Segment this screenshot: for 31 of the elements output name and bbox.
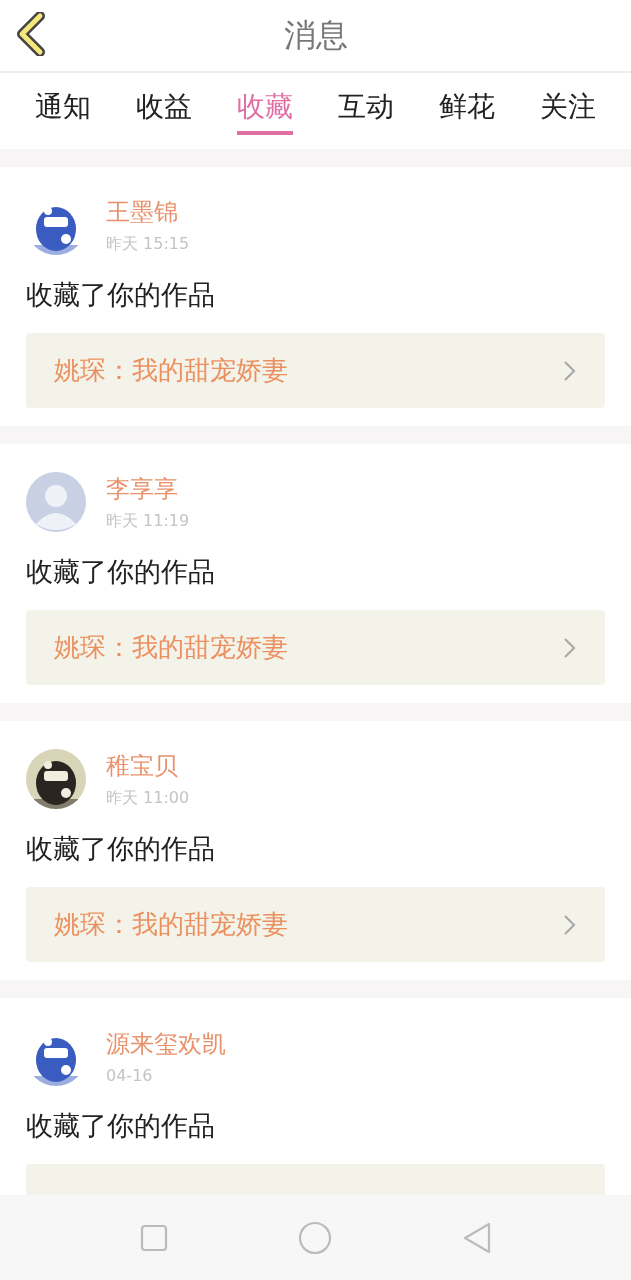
user-name[interactable]: 源来玺欢凯 [106,1027,226,1060]
square-icon[interactable] [139,1223,168,1252]
work-link[interactable]: 姚琛：我的甜宠娇妻 [26,887,605,962]
work-link[interactable]: 姚琛：我的甜宠娇妻 [26,333,605,408]
tab[interactable]: 收益 [135,73,192,135]
tab[interactable]: 通知 [34,73,91,135]
tab[interactable]: 鲜花 [439,73,496,135]
timestamp: 昨天 11:19 [106,510,190,532]
back-triangle-icon[interactable] [461,1221,492,1254]
user-name[interactable]: 王墨锦 [106,195,178,228]
tab[interactable]: 关注 [540,73,597,135]
message-text: 收藏了你的作品 [26,278,216,312]
user-name[interactable]: 稚宝贝 [106,749,178,782]
timestamp: 昨天 11:00 [106,787,190,809]
back-chevron-icon [14,12,48,56]
default-avatar-icon [26,472,86,532]
message-text: 收藏了你的作品 [26,832,216,866]
page-title: 消息 [283,14,348,56]
user-name[interactable]: 李享享 [106,472,178,505]
timestamp: 昨天 15:15 [106,233,190,255]
home-circle-icon[interactable] [297,1220,332,1255]
tab[interactable]: 收藏 [236,73,293,135]
message-text: 收藏了你的作品 [26,1109,216,1143]
timestamp: 04-16 [106,1065,153,1085]
tab[interactable]: 互动 [338,73,395,135]
work-link[interactable]: 姚琛：我的甜宠娇妻 [26,610,605,685]
back-button[interactable] [14,12,48,56]
chevron-right-icon [563,359,577,382]
chevron-right-icon [563,913,577,936]
message-text: 收藏了你的作品 [26,555,216,589]
chevron-right-icon [563,636,577,659]
